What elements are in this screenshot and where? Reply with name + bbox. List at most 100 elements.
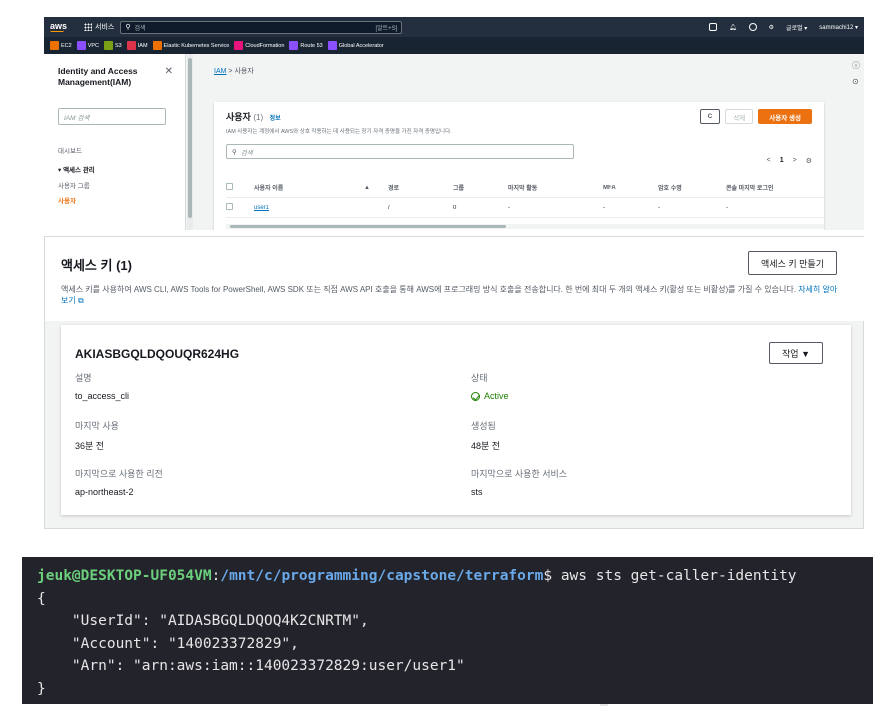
external-link-icon[interactable]: ⧉ (78, 296, 84, 305)
cell-mfa: - (603, 204, 605, 211)
favorite-global-accelerator[interactable]: Global Accelerator (327, 41, 384, 50)
account-menu[interactable]: sammachi12 ▾ (819, 24, 858, 31)
access-keys-description: 액세스 키를 사용하여 AWS CLI, AWS Tools for Power… (61, 285, 838, 305)
terminal-user-host: jeuk@DESKTOP-UF054VM (37, 568, 212, 584)
search-icon: ⚲ (125, 24, 131, 31)
create-access-key-button[interactable]: 액세스 키 만들기 (748, 251, 837, 275)
column-username[interactable]: 사용자 이름 (254, 183, 364, 192)
column-mfa[interactable]: MFA (603, 185, 658, 191)
status-badge: Active (484, 391, 509, 401)
terminal-output-line: { (37, 590, 46, 607)
s3-icon (104, 41, 114, 50)
users-panel-description: IAM 사용자는 계정에서 AWS와 상호 작용하는 데 사용되는 장기 자격 … (226, 129, 452, 135)
sort-asc-icon[interactable]: ▲ (364, 185, 388, 191)
last-used-field: 마지막 사용 36분 전 (75, 421, 119, 451)
gear-icon[interactable]: ⚙ (806, 157, 812, 165)
favorite-vpc[interactable]: VPC (76, 41, 99, 50)
close-icon[interactable]: ✕ (165, 66, 173, 77)
text-cursor (600, 704, 608, 706)
cloudformation-icon (234, 41, 244, 50)
aws-logo[interactable]: aws (50, 22, 84, 32)
sidebar-item-users[interactable]: 사용자 (58, 195, 171, 205)
favorite-iam[interactable]: IAM (126, 41, 148, 50)
global-search-input[interactable]: ⚲ 검색 [알트+S] (120, 20, 403, 34)
column-path[interactable]: 경로 (388, 183, 453, 192)
next-page-button[interactable]: > (793, 157, 797, 165)
row-checkbox[interactable] (226, 203, 233, 210)
cloudshell-icon[interactable] (709, 23, 718, 31)
sidebar-scrollbar[interactable] (187, 54, 193, 230)
aws-console-screenshot: aws 서비스 ⚲ 검색 [알트+S] 🔔︎ ⚙ 글로벌 ▾ sammachi1… (44, 17, 864, 230)
cell-groups: 0 (453, 204, 457, 211)
last-service-field: 마지막으로 사용한 서비스 sts (471, 469, 568, 497)
cell-password-age: - (658, 204, 660, 211)
users-panel: 사용자 (1) 정보 IAM 사용자는 계정에서 AWS와 상호 작용하는 데 … (214, 102, 824, 230)
info-link[interactable]: 정보 (270, 116, 281, 122)
favorite-route53[interactable]: Route 53 (289, 41, 323, 50)
eks-icon (152, 41, 162, 50)
access-keys-screenshot: 액세스 키 (1) 액세스 키를 사용하여 AWS CLI, AWS Tools… (44, 236, 865, 529)
check-circle-icon (471, 391, 480, 401)
favorite-eks[interactable]: Elastic Kubernetes Service (152, 41, 229, 50)
sidebar-item-user-groups[interactable]: 사용자 그룹 (58, 180, 171, 190)
column-console-last-login[interactable]: 콘솔 마지막 로그인 (726, 183, 816, 192)
last-region-field: 마지막으로 사용한 리전 ap-northeast-2 (75, 469, 163, 497)
terminal-prompt-line: jeuk@DESKTOP-UF054VM:/mnt/c/programming/… (37, 568, 797, 584)
terminal-output-line: } (37, 680, 46, 697)
access-keys-title: 액세스 키 (1) (61, 258, 132, 273)
access-key-card: AKIASBGQLDQOUQR624HG 작업 ▼ 설명 to_access_c… (61, 325, 851, 515)
actions-button[interactable]: 작업 ▼ (769, 342, 823, 364)
help-icon[interactable] (748, 23, 757, 31)
prev-page-button[interactable]: < (767, 157, 771, 165)
sidebar-group-access-management[interactable]: ▾ 액세스 관리 (58, 164, 171, 174)
sidebar-search-input[interactable]: IAM 검색 (58, 108, 166, 125)
pagination: < 1 > ⚙ (767, 157, 812, 165)
bell-icon[interactable]: 🔔︎ (729, 24, 737, 31)
table-scrollbar[interactable] (226, 224, 824, 229)
aws-top-navigation: aws 서비스 ⚲ 검색 [알트+S] 🔔︎ ⚙ 글로벌 ▾ sammachi1… (44, 17, 864, 37)
sidebar-item-dashboard[interactable]: 대시보드 (58, 145, 171, 155)
route53-icon (289, 41, 299, 50)
iam-icon (126, 41, 136, 50)
iam-sidebar: Identity and Access Management(IAM) ✕ IA… (44, 54, 186, 230)
created-field: 생성됨 48분 전 (471, 421, 501, 451)
cell-console-login: - (726, 204, 728, 211)
region-selector[interactable]: 글로벌 ▾ (786, 23, 807, 32)
description-field: 설명 to_access_cli (75, 373, 130, 401)
column-groups[interactable]: 그룹 (453, 183, 508, 192)
terminal-window[interactable]: jeuk@DESKTOP-UF054VM:/mnt/c/programming/… (22, 557, 873, 704)
gear-icon[interactable]: ⚙ (769, 24, 774, 31)
breadcrumb-current: 사용자 (234, 68, 254, 75)
access-key-id: AKIASBGQLDQOUQR624HG (75, 347, 240, 361)
grid-icon (84, 23, 92, 31)
terminal-command: aws sts get-caller-identity (560, 568, 797, 584)
services-menu[interactable]: 서비스 (84, 22, 114, 32)
settings-panel-icon[interactable]: ⊙ (852, 77, 864, 86)
select-all-checkbox[interactable] (226, 183, 233, 190)
favorite-ec2[interactable]: EC2 (50, 41, 72, 50)
terminal-output-line: "Arn": "arn:aws:iam::140023372829:user/u… (37, 658, 465, 674)
column-last-activity[interactable]: 마지막 활동 (508, 183, 603, 192)
vpc-icon (76, 41, 86, 50)
favorite-s3[interactable]: S3 (104, 41, 122, 50)
table-row: user1 / 0 - - - - (226, 198, 824, 218)
breadcrumb-iam[interactable]: IAM (214, 68, 226, 75)
terminal-output-line: "UserId": "AIDASBGQLDQOQ4K2CNRTM", (37, 613, 369, 629)
users-main: IAM > 사용자 사용자 (1) 정보 IAM 사용자는 계정에서 AWS와 … (202, 54, 852, 230)
favorite-cloudformation[interactable]: CloudFormation (234, 41, 284, 50)
create-user-button[interactable]: 사용자 생성 (758, 109, 812, 124)
ec2-icon (50, 41, 59, 50)
refresh-button[interactable]: C (699, 109, 721, 124)
column-password-age[interactable]: 암호 수명 (658, 183, 726, 192)
users-search-input[interactable]: ⚲ 검색 (226, 144, 574, 159)
user-link[interactable]: user1 (254, 205, 269, 211)
page-number[interactable]: 1 (780, 157, 784, 165)
services-label: 서비스 (95, 24, 115, 31)
terminal-path: /mnt/c/programming/capstone/terraform (220, 568, 544, 584)
delete-button[interactable]: 삭제 (725, 109, 754, 124)
breadcrumb: IAM > 사용자 (214, 68, 254, 75)
info-panel-icon[interactable]: ⓘ (852, 60, 864, 71)
search-shortcut-hint: [알트+S] (375, 25, 398, 32)
global-accelerator-icon (327, 41, 337, 50)
users-table: 사용자 이름 ▲ 경로 그룹 마지막 활동 MFA 암호 수명 콘솔 마지막 로… (226, 178, 824, 218)
